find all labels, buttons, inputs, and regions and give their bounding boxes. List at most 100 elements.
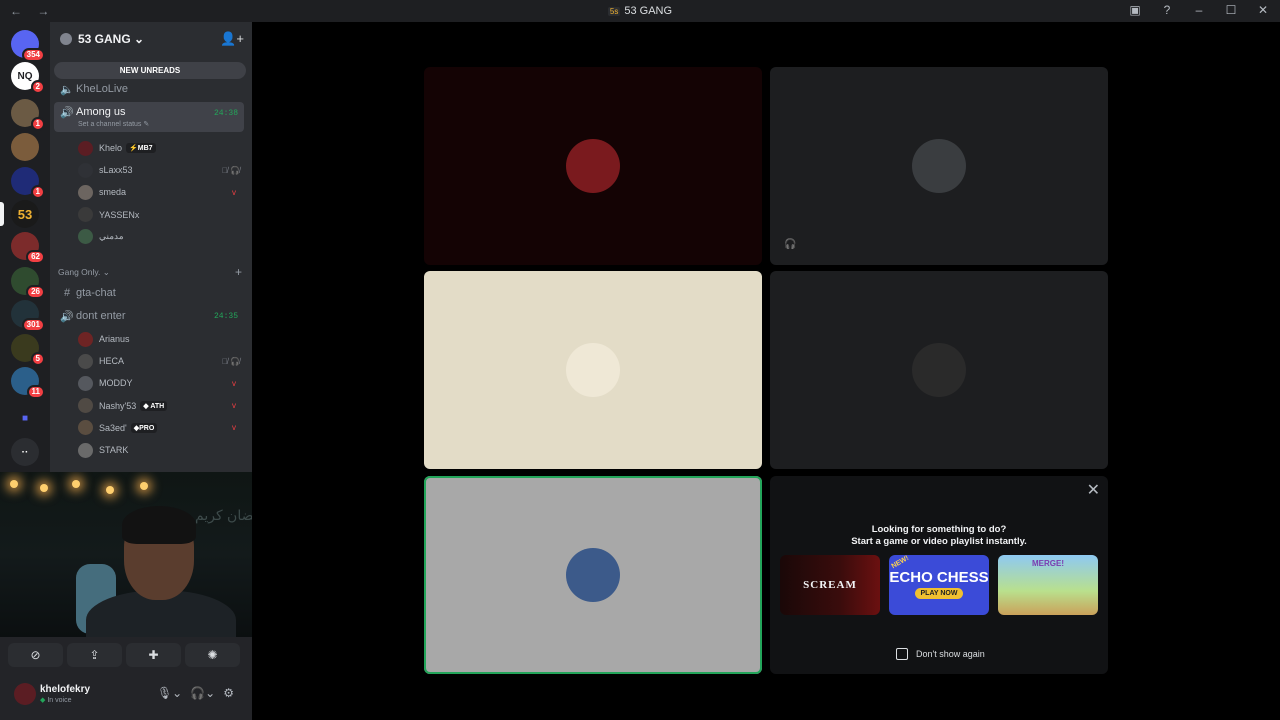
voice-member[interactable]: Nashy'53 ◆ ATH v (78, 396, 244, 416)
server-header[interactable]: 53 GANG ⌄ 👤+ (50, 22, 252, 56)
microphone-icon[interactable]: 🎙⌄ (157, 686, 182, 700)
voice-member[interactable]: MODDY v (78, 373, 244, 393)
avatar (78, 229, 93, 245)
maximize-icon[interactable]: ☐ (1222, 3, 1240, 17)
voice-member[interactable]: HECA 🎙̸ 🎧̸ (78, 351, 244, 371)
guild-icon-direct-messages[interactable]: 354 (11, 30, 45, 62)
camera-off-icon[interactable]: ⊘ (8, 643, 63, 667)
guild-icon-guild-6[interactable]: 62 (11, 232, 45, 264)
tile-smeda[interactable] (424, 271, 762, 469)
guild-icon-guild-3[interactable] (11, 133, 39, 161)
add-channel-icon[interactable]: + (235, 265, 242, 279)
activities-icon[interactable]: ✚ (126, 643, 181, 667)
play-now-button[interactable]: PLAY NOW (914, 588, 964, 599)
voice-member[interactable]: Sa3ed' ◆PRO v (78, 418, 244, 438)
tile-yassen[interactable] (770, 271, 1108, 469)
voice-member[interactable]: Arianus (78, 329, 244, 349)
guild-icon-guild-8[interactable]: 301 (11, 300, 45, 332)
invite-icon[interactable]: 👤+ (220, 31, 244, 47)
more-guilds-icon[interactable]: ·· (11, 438, 39, 466)
mention-badge: 2 (30, 80, 45, 94)
voice-member[interactable]: YASSENx (78, 205, 244, 225)
avatar (78, 184, 93, 200)
channel-among-us[interactable]: 🔊 Among us 24:38 Set a channel status ✎ (54, 102, 244, 132)
voice-member[interactable]: مدمني (78, 227, 244, 247)
minimize-icon[interactable]: – (1190, 3, 1208, 17)
guild-icon-guild-2[interactable]: 1 (11, 99, 45, 131)
avatar (566, 548, 620, 602)
guild-icon-guild-10[interactable]: 11 (11, 367, 45, 399)
channel-timer: 24:38 (213, 109, 238, 118)
folder-icon[interactable]: ■ (11, 404, 39, 432)
settings-gear-icon[interactable]: ⚙ (223, 686, 234, 700)
dont-show-again[interactable]: Don't show again (896, 648, 985, 660)
voice-member[interactable]: smeda v (78, 182, 244, 202)
avatar (912, 139, 966, 193)
voice-member[interactable]: Khelo ⚡MB7 (78, 138, 244, 158)
category-gang-only[interactable]: Gang Only. ⌄ + (58, 265, 246, 279)
server-icon: 5s (607, 7, 621, 16)
deafened-icon: 🎧 (784, 239, 797, 250)
member-name: smeda (99, 187, 127, 198)
mute-deafen-icon: 🎙̸ 🎧̸ (221, 356, 240, 366)
guild-icon-guild-9[interactable]: 5 (11, 334, 45, 366)
guild-icon-guild-4[interactable]: 1 (11, 167, 45, 199)
game-card-echo-chess[interactable]: NEW! ECHO CHESS PLAY NOW (889, 555, 989, 615)
mention-badge: 11 (26, 385, 45, 399)
streamer-hair (122, 506, 196, 544)
avatar (78, 207, 93, 223)
tile-khelo[interactable] (424, 67, 762, 265)
channel-status[interactable]: Set a channel status ✎ (78, 120, 149, 128)
chevron-down-icon: v (232, 423, 236, 433)
channel-label: dont enter (76, 310, 126, 322)
member-tag: ◆ ATH (140, 400, 168, 411)
current-user[interactable]: khelofekry ◆ In voice 🎙⌄ 🎧⌄ ⚙ (12, 681, 242, 709)
channel-gta-chat[interactable]: # gta-chat (54, 283, 244, 303)
avatar (566, 343, 620, 397)
game-card-scream[interactable]: SCREAM (780, 555, 880, 615)
tile-slaxx[interactable]: 🎧 (770, 67, 1108, 265)
close-icon[interactable]: ✕ (1087, 480, 1100, 500)
member-name: sLaxx53 (99, 165, 133, 176)
tile-madmani[interactable] (424, 476, 762, 674)
new-badge: NEW! (890, 555, 911, 571)
soundboard-icon[interactable]: ✺ (185, 643, 240, 667)
guild-icon-guild-7[interactable]: 26 (11, 267, 45, 299)
avatar (566, 139, 620, 193)
game-label: SCREAM (803, 579, 857, 591)
guild-icon-guild-nq[interactable]: NQ 2 (11, 62, 45, 94)
user-status: ◆ In voice (40, 697, 72, 704)
member-name: Sa3ed' (99, 422, 127, 433)
avatar[interactable] (14, 683, 36, 705)
hash-icon: # (63, 287, 71, 299)
server-name[interactable]: 53 GANG ⌄ (78, 32, 144, 46)
help-icon[interactable]: ? (1158, 3, 1176, 17)
headphones-icon[interactable]: 🎧⌄ (190, 686, 215, 700)
mention-badge: 1 (30, 185, 45, 199)
game-card-merge[interactable]: MERGE! (998, 555, 1098, 615)
channel-dont-enter[interactable]: 🔊 dont enter 24:35 (54, 306, 244, 326)
mention-badge: 1 (30, 117, 45, 131)
checkbox[interactable] (896, 648, 908, 660)
guild-label: NQ (17, 70, 33, 82)
channel-label: Among us (76, 106, 126, 118)
member-tag: ⚡MB7 (126, 143, 156, 153)
activity-heading: Looking for something to do? (871, 524, 1007, 535)
new-unreads-pill[interactable]: NEW UNREADS (54, 62, 246, 79)
channel-sidebar: 53 GANG ⌄ 👤+ NEW UNREADS 🔈 KheLoLive 🔊 A… (50, 22, 252, 472)
voice-member[interactable]: STARK (78, 440, 244, 460)
selected-guild-indicator (0, 202, 4, 226)
game-label: ECHO CHESS (889, 569, 989, 586)
guild-icon-guild-53[interactable]: 53 (11, 200, 39, 228)
voice-member[interactable]: sLaxx53 🎙̸ 🎧̸ (78, 160, 244, 180)
mention-badge: 26 (26, 285, 45, 299)
guild-list: 354 NQ 2 1 1 53 62 26 301 5 11 ■ ·· (0, 22, 50, 472)
channel-khelolive[interactable]: 🔈 KheLoLive (54, 79, 244, 99)
avatar (78, 140, 93, 156)
member-name: Arianus (99, 334, 130, 344)
close-icon[interactable]: ✕ (1254, 3, 1272, 17)
screen-share-icon[interactable]: ⇪ (67, 643, 122, 667)
chevron-down-icon: v (232, 401, 236, 411)
screen-share-icon[interactable]: ▣ (1126, 3, 1144, 17)
activity-shelf: ✕ Looking for something to do? Start a g… (770, 476, 1108, 674)
